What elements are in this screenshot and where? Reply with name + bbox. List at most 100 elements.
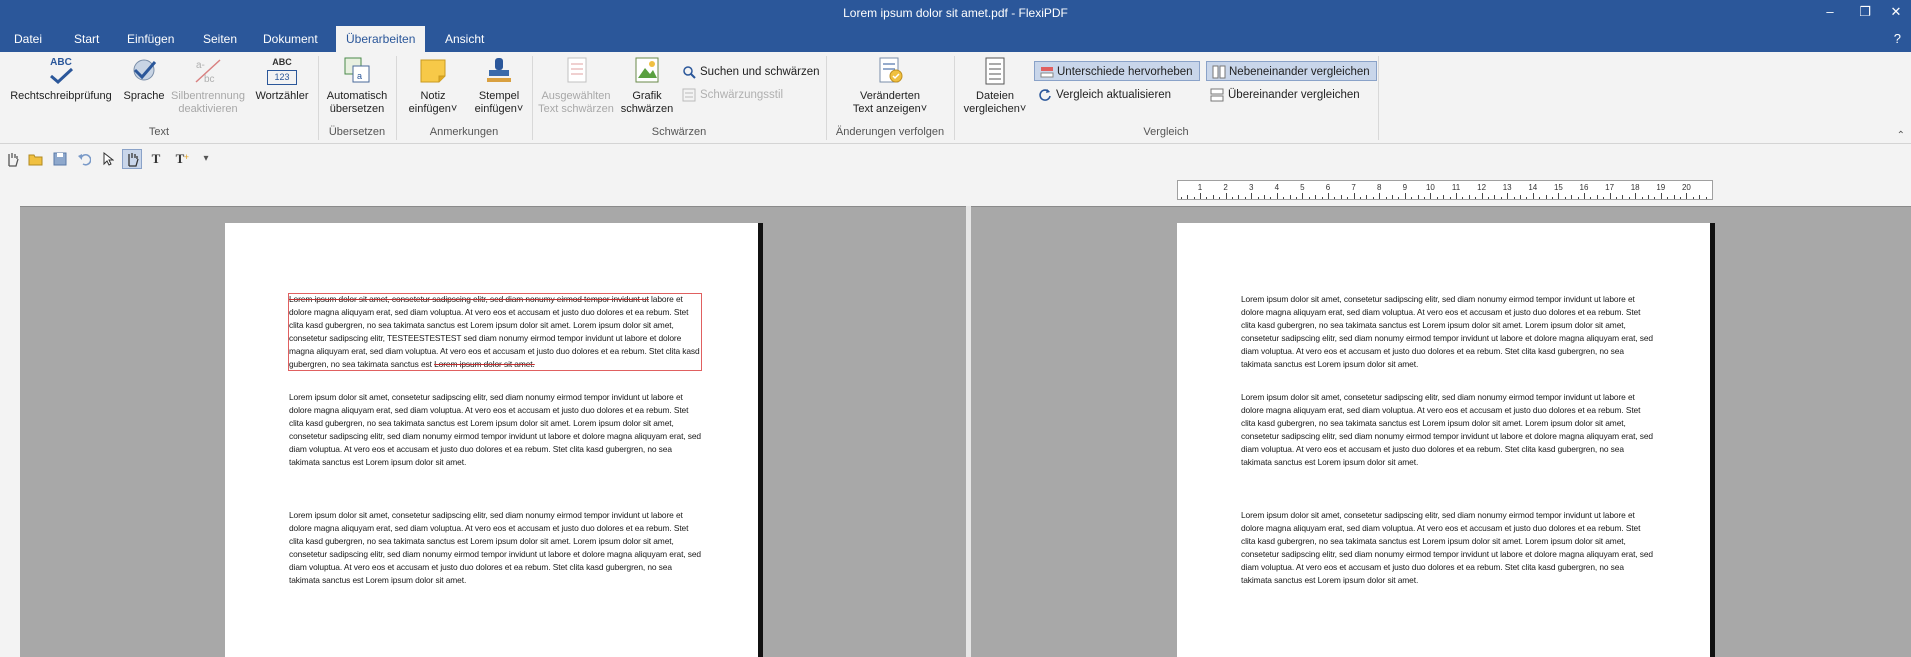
- redact-graphic-button[interactable]: Grafik schwärzen: [616, 56, 678, 116]
- language-icon: [128, 56, 160, 86]
- help-icon[interactable]: ?: [1894, 31, 1901, 46]
- ruler-tick: [1667, 197, 1669, 199]
- ruler-tick: [1609, 193, 1611, 199]
- show-changed-text-button[interactable]: Veränderten Text anzeigen˅: [830, 56, 950, 116]
- hand-tool-icon[interactable]: [2, 149, 22, 169]
- search-icon: [682, 65, 696, 79]
- ruler-tick: [1462, 197, 1464, 199]
- ruler-tick: [1392, 195, 1393, 199]
- ruler-tick-label: 5: [1300, 183, 1305, 192]
- ruler-tick: [1302, 193, 1304, 199]
- ruler-tick: [1353, 193, 1355, 199]
- insert-note-button[interactable]: Notiz einfügen˅: [400, 56, 466, 116]
- ruler-tick: [1680, 197, 1681, 199]
- group-label-schwaerzen: Schwärzen: [651, 126, 707, 138]
- ruler-tick: [1443, 195, 1445, 199]
- pan-hand-icon[interactable]: [122, 149, 142, 169]
- group-label-vergleich: Vergleich: [1143, 126, 1189, 138]
- restore-button[interactable]: ❐: [1855, 4, 1875, 20]
- tab-start[interactable]: Start: [64, 26, 109, 52]
- ruler-tick: [1520, 195, 1521, 199]
- side-by-side-icon: [1212, 65, 1226, 79]
- auto-translate-button[interactable]: a Automatisch übersetzen: [322, 56, 392, 116]
- ruler-tick: [1577, 197, 1579, 199]
- svg-text:a-: a-: [196, 60, 205, 71]
- update-comparison-button[interactable]: Vergleich aktualisieren: [1036, 85, 1171, 105]
- redact-graphic-icon: [631, 56, 663, 86]
- ruler-tick: [1187, 195, 1189, 199]
- tab-seiten[interactable]: Seiten: [193, 26, 247, 52]
- ruler-tick: [1481, 193, 1483, 199]
- customize-toolbar-icon[interactable]: ▾: [196, 149, 216, 169]
- ruler-tick: [1180, 197, 1182, 199]
- redact-selected-text-button[interactable]: Ausgewählten Text schwärzen: [536, 56, 616, 116]
- ruler-tick: [1648, 195, 1649, 199]
- ruler-tick: [1366, 195, 1368, 199]
- insert-stamp-button[interactable]: Stempel einfügen˅: [466, 56, 532, 116]
- right-document-page: Lorem ipsum dolor sit amet, consetetur s…: [1177, 223, 1715, 657]
- right-paragraph-3: Lorem ipsum dolor sit amet, consetetur s…: [1241, 510, 1653, 586]
- ruler-tick: [1507, 193, 1509, 199]
- open-folder-icon[interactable]: [26, 149, 46, 169]
- redaction-style-button[interactable]: Schwärzungsstil: [680, 85, 783, 105]
- ruler-tick-label: 9: [1402, 183, 1408, 192]
- text-tool-icon[interactable]: T: [146, 149, 166, 169]
- ruler-tick: [1379, 193, 1381, 199]
- stacked-compare-button[interactable]: Übereinander vergleichen: [1208, 85, 1360, 105]
- ruler-tick: [1699, 195, 1701, 199]
- right-paragraph-2: Lorem ipsum dolor sit amet, consetetur s…: [1241, 392, 1653, 468]
- ruler-tick: [1340, 195, 1342, 199]
- ruler-tick: [1308, 197, 1310, 199]
- hyphenation-button[interactable]: a-bc Silbentrennung deaktivieren: [166, 56, 250, 116]
- left-paragraph-3: Lorem ipsum dolor sit amet, consetetur s…: [289, 510, 701, 586]
- horizontal-ruler: 1 2 3 4 5 6 7 8 9 10 11 12 13 14 15 16 17 18 19 20: [1177, 180, 1713, 200]
- ruler-tick: [1635, 193, 1637, 199]
- group-label-uebersetzen: Übersetzen: [328, 126, 386, 138]
- language-button[interactable]: Sprache: [120, 56, 168, 103]
- tab-dokument[interactable]: Dokument: [253, 26, 328, 52]
- word-count-button[interactable]: ABC 123 Wortzähler: [250, 56, 314, 103]
- ruler-tick: [1417, 195, 1419, 199]
- ruler-tick: [1360, 197, 1361, 199]
- ruler-tick: [1257, 197, 1259, 199]
- ruler-tick: [1500, 197, 1502, 199]
- spellcheck-button[interactable]: ABC Rechtschreibprüfung: [6, 56, 116, 103]
- tab-ueberarbeiten[interactable]: Überarbeiten: [336, 26, 426, 52]
- tab-datei[interactable]: Datei: [4, 26, 52, 52]
- collapse-ribbon-icon[interactable]: ⌃: [1897, 130, 1905, 141]
- ruler-tick: [1430, 193, 1432, 199]
- side-by-side-compare-toggle[interactable]: Nebeneinander vergleichen: [1206, 61, 1377, 81]
- select-arrow-icon[interactable]: [98, 149, 118, 169]
- ruler-tick: [1251, 193, 1253, 199]
- save-icon[interactable]: [50, 149, 70, 169]
- tab-ansicht[interactable]: Ansicht: [435, 26, 494, 52]
- window-title: Lorem ipsum dolor sit amet.pdf - FlexiPD…: [843, 6, 1068, 20]
- ruler-tick-label: 11: [1451, 183, 1461, 192]
- stamp-icon: [483, 56, 515, 86]
- ruler-tick-label: 1: [1197, 183, 1203, 192]
- spellcheck-icon: ABC: [45, 56, 77, 86]
- search-and-redact-button[interactable]: Suchen und schwärzen: [680, 62, 820, 82]
- ruler-tick: [1347, 197, 1349, 199]
- ruler-tick: [1436, 197, 1438, 199]
- highlight-differences-toggle[interactable]: Unterschiede hervorheben: [1034, 61, 1200, 81]
- ruler-tick: [1552, 197, 1553, 199]
- right-document-viewer[interactable]: Lorem ipsum dolor sit amet, consetetur s…: [971, 206, 1911, 657]
- right-paragraph-1: Lorem ipsum dolor sit amet, consetetur s…: [1241, 294, 1653, 370]
- ruler-tick: [1200, 193, 1201, 199]
- ruler-tick: [1296, 197, 1297, 199]
- ruler-tick-label: 10: [1425, 183, 1435, 192]
- undo-icon[interactable]: [74, 149, 94, 169]
- left-paragraph-1: Lorem ipsum dolor sit amet, consetetur s…: [289, 294, 700, 370]
- group-separator: [1378, 56, 1379, 140]
- ruler-tick: [1705, 197, 1707, 199]
- left-document-viewer[interactable]: Lorem ipsum dolor sit amet, consetetur s…: [20, 206, 966, 657]
- compare-files-button[interactable]: Dateien vergleichen˅: [958, 56, 1032, 116]
- ruler-tick: [1283, 197, 1285, 199]
- add-text-icon[interactable]: T +: [170, 149, 190, 169]
- close-button[interactable]: ✕: [1886, 4, 1906, 20]
- compare-files-icon: [979, 56, 1011, 86]
- minimize-button[interactable]: –: [1820, 4, 1840, 19]
- tab-einfuegen[interactable]: Einfügen: [117, 26, 184, 52]
- ruler-tick: [1456, 193, 1457, 199]
